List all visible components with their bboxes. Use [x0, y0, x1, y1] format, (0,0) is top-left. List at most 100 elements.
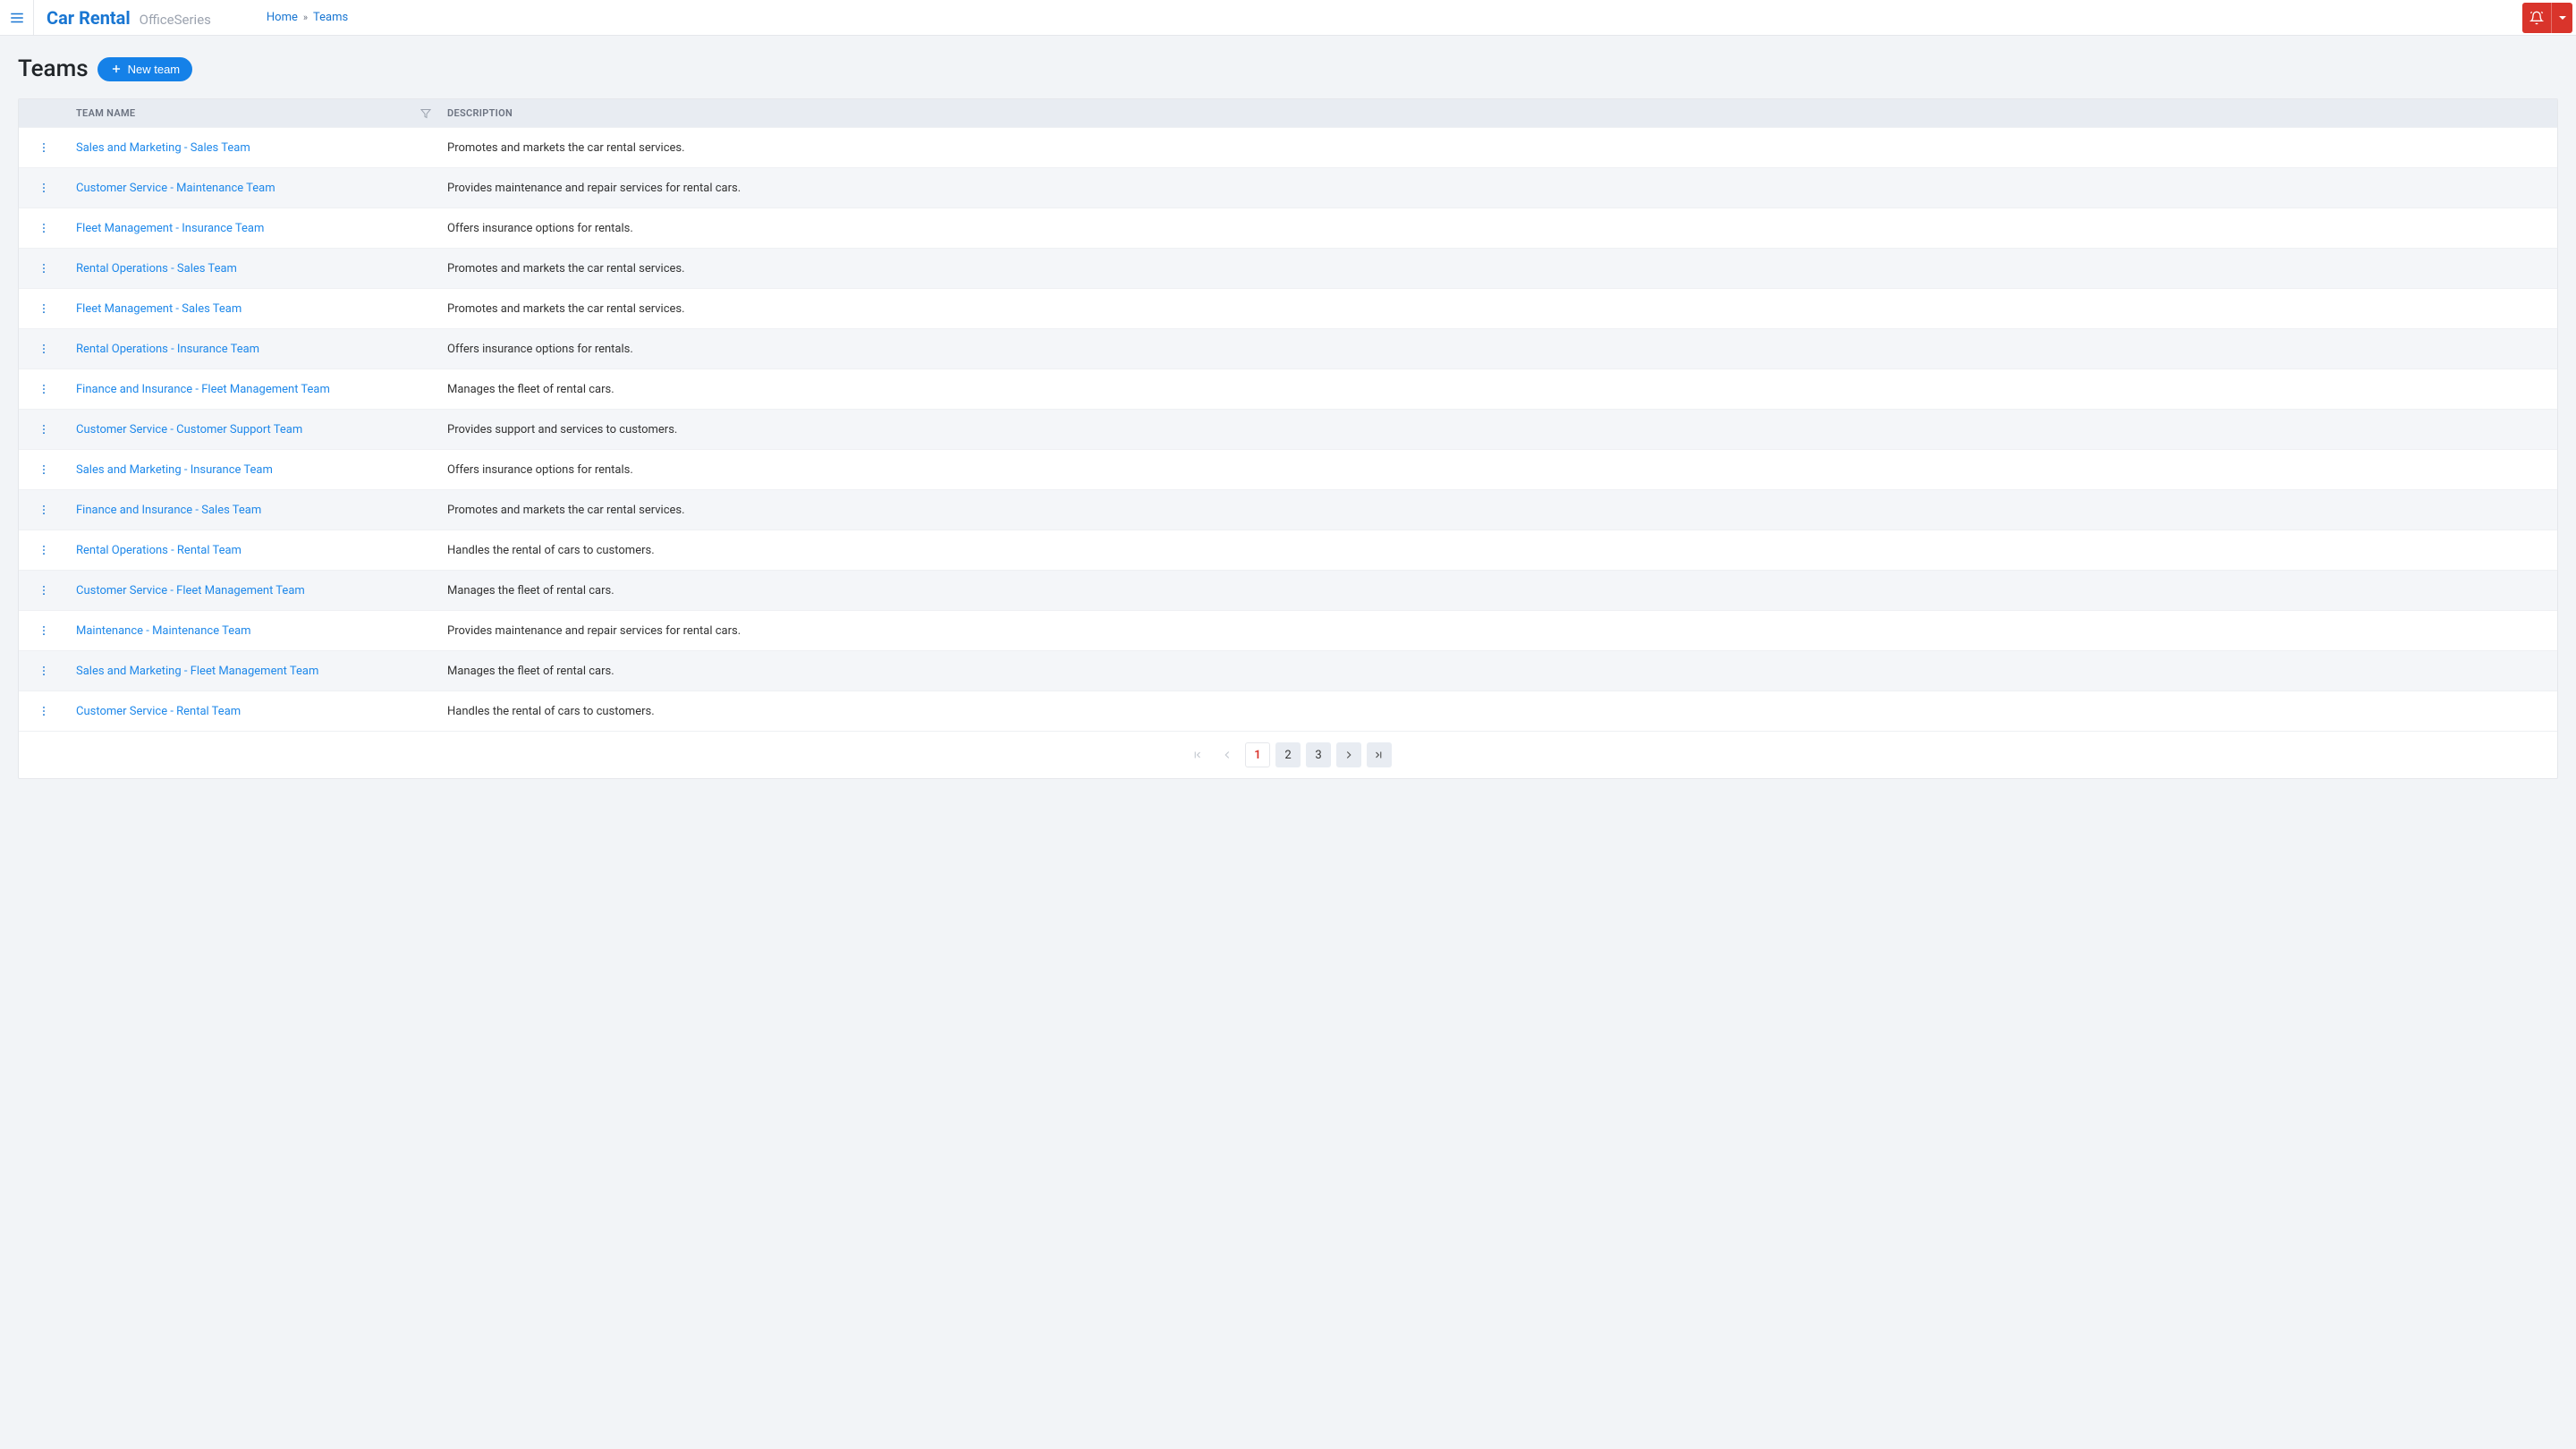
row-menu-button[interactable]: [34, 299, 54, 318]
team-link[interactable]: Customer Service - Customer Support Team: [76, 423, 302, 436]
header-actions: [2522, 0, 2576, 36]
brand: Car Rental OfficeSeries: [34, 7, 224, 29]
vertical-dots-icon: [38, 343, 50, 355]
row-menu-button[interactable]: [34, 178, 54, 198]
table-row: Maintenance - Maintenance TeamProvides m…: [19, 610, 2557, 650]
team-description-cell: Promotes and markets the car rental serv…: [440, 292, 2557, 326]
table-row: Sales and Marketing - Insurance Team Offe…: [19, 449, 2557, 489]
vertical-dots-icon: [38, 423, 50, 436]
row-menu-button[interactable]: [34, 661, 54, 681]
row-menu-button[interactable]: [34, 218, 54, 238]
row-actions-cell: [19, 208, 69, 248]
breadcrumb-teams[interactable]: Teams: [313, 11, 348, 24]
row-menu-button[interactable]: [34, 540, 54, 560]
row-actions-cell: [19, 490, 69, 530]
vertical-dots-icon: [38, 624, 50, 637]
vertical-dots-icon: [38, 383, 50, 395]
breadcrumb-separator: »: [303, 12, 308, 23]
page-title: Teams: [18, 55, 89, 82]
table-row: Finance and Insurance - Fleet Management…: [19, 369, 2557, 409]
column-actions: [19, 99, 69, 127]
pagination: 123: [19, 731, 2557, 778]
column-team-name[interactable]: TEAM NAME: [69, 99, 440, 127]
breadcrumb: Home » Teams: [267, 11, 348, 24]
row-menu-button[interactable]: [34, 621, 54, 640]
vertical-dots-icon: [38, 141, 50, 154]
team-link[interactable]: Customer Service - Fleet Management Team: [76, 584, 305, 597]
table-header: TEAM NAME DESCRIPTION: [19, 99, 2557, 127]
team-name-cell: Fleet Management - Sales Team: [69, 292, 440, 326]
page-number-3[interactable]: 3: [1306, 742, 1331, 767]
row-actions-cell: [19, 249, 69, 288]
new-team-button[interactable]: New team: [97, 57, 193, 81]
team-link[interactable]: Rental Operations - Sales Team: [76, 262, 237, 275]
row-actions-cell: [19, 691, 69, 731]
team-link[interactable]: Finance and Insurance - Sales Team: [76, 504, 261, 517]
team-link[interactable]: Sales and Marketing - Insurance Team: [76, 463, 273, 477]
filter-icon[interactable]: [420, 108, 431, 119]
notifications-button[interactable]: [2522, 3, 2551, 33]
row-menu-button[interactable]: [34, 580, 54, 600]
row-actions-cell: [19, 571, 69, 610]
team-description-cell: Manages the fleet of rental cars.: [440, 574, 2557, 607]
chevron-left-icon: [1221, 749, 1233, 761]
team-link[interactable]: Customer Service - Maintenance Team: [76, 182, 275, 195]
team-link[interactable]: Rental Operations - Insurance Team: [76, 343, 259, 356]
team-link[interactable]: Fleet Management - Insurance Team: [76, 222, 264, 235]
row-menu-button[interactable]: [34, 419, 54, 439]
row-menu-button[interactable]: [34, 500, 54, 520]
team-name-cell: Rental Operations - Sales Team: [69, 252, 440, 285]
team-name-cell: Rental Operations - Rental Team: [69, 534, 440, 567]
team-link[interactable]: Maintenance - Maintenance Team: [76, 624, 251, 638]
vertical-dots-icon: [38, 262, 50, 275]
table-row: Sales and Marketing - Fleet Management T…: [19, 650, 2557, 691]
vertical-dots-icon: [38, 504, 50, 516]
brand-title[interactable]: Car Rental: [47, 7, 131, 29]
team-link[interactable]: Customer Service - Rental Team: [76, 705, 241, 718]
vertical-dots-icon: [38, 544, 50, 556]
row-actions-cell: [19, 168, 69, 208]
team-name-cell: Customer Service - Maintenance Team: [69, 172, 440, 205]
team-name-cell: Finance and Insurance - Fleet Management…: [69, 373, 440, 406]
table-row: Customer Service - Rental TeamHandles th…: [19, 691, 2557, 731]
team-description-cell: Provides support and services to custome…: [440, 413, 2557, 446]
team-description-cell: Provides maintenance and repair services…: [440, 172, 2557, 205]
vertical-dots-icon: [38, 182, 50, 194]
team-link[interactable]: Finance and Insurance - Fleet Management…: [76, 383, 330, 396]
row-menu-button[interactable]: [34, 339, 54, 359]
row-actions-cell: [19, 651, 69, 691]
row-menu-button[interactable]: [34, 701, 54, 721]
page-number-2[interactable]: 2: [1275, 742, 1301, 767]
row-actions-cell: [19, 369, 69, 409]
page-last-button[interactable]: [1367, 742, 1392, 767]
row-menu-button[interactable]: [34, 460, 54, 479]
column-description[interactable]: DESCRIPTION: [440, 99, 2557, 127]
row-menu-button[interactable]: [34, 138, 54, 157]
row-menu-button[interactable]: [34, 379, 54, 399]
menu-toggle-button[interactable]: [0, 0, 34, 36]
table-row: Sales and Marketing - Sales TeamPromotes…: [19, 127, 2557, 167]
team-name-cell: Customer Service - Customer Support Team: [69, 413, 440, 446]
new-team-label: New team: [128, 63, 181, 76]
team-link[interactable]: Sales and Marketing - Fleet Management T…: [76, 665, 318, 678]
team-description-cell: Promotes and markets the car rental serv…: [440, 494, 2557, 527]
team-name-cell: Sales and Marketing - Insurance Team: [69, 453, 440, 487]
row-actions-cell: [19, 128, 69, 167]
notifications-dropdown-button[interactable]: [2551, 3, 2572, 33]
row-menu-button[interactable]: [34, 258, 54, 278]
team-name-cell: Rental Operations - Insurance Team: [69, 333, 440, 366]
team-description-cell: Offers insurance options for rentals.: [440, 453, 2557, 487]
breadcrumb-home[interactable]: Home: [267, 11, 298, 24]
table-row: Rental Operations - Sales TeamPromotes a…: [19, 248, 2557, 288]
caret-down-icon: [2558, 13, 2567, 22]
team-name-cell: Maintenance - Maintenance Team: [69, 614, 440, 648]
team-link[interactable]: Fleet Management - Sales Team: [76, 302, 242, 316]
team-description-cell: Manages the fleet of rental cars.: [440, 655, 2557, 688]
team-link[interactable]: Sales and Marketing - Sales Team: [76, 141, 250, 155]
team-description-cell: Handles the rental of cars to customers.: [440, 534, 2557, 567]
team-name-cell: Customer Service - Rental Team: [69, 695, 440, 728]
team-link[interactable]: Rental Operations - Rental Team: [76, 544, 242, 557]
page-next-button[interactable]: [1336, 742, 1361, 767]
first-page-icon: [1191, 749, 1203, 761]
top-header: Car Rental OfficeSeries Home » Teams: [0, 0, 2576, 36]
